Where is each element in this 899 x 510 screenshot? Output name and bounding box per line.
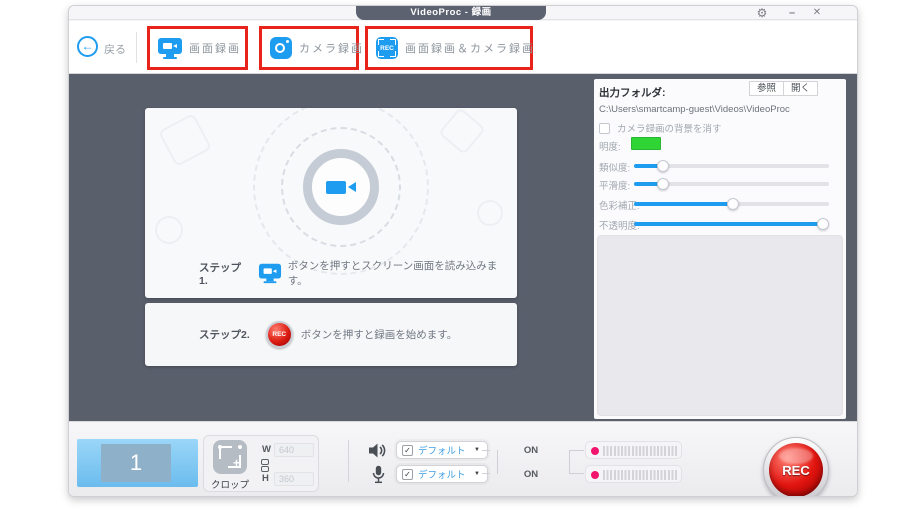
connector-bracket (490, 450, 498, 474)
speaker-status: ON (516, 445, 546, 456)
rec-button[interactable]: REC (769, 443, 823, 497)
step2-text: ボタンを押すと録画を始めます。 (301, 327, 457, 342)
rec-icon: REC (266, 321, 293, 348)
slider-label: 平滑度: (599, 178, 630, 192)
link-aspect-icon[interactable] (261, 459, 269, 472)
gloss-highlight (779, 448, 813, 464)
speaker-enabled-checkbox[interactable]: ✓ (402, 445, 413, 456)
connector-bracket (569, 450, 577, 474)
step1-card: ステップ1. ボタンを押すとスクリーン画面を読み込みます。 (145, 108, 517, 298)
smoothness-slider-row: 平滑度: (594, 177, 846, 191)
speaker-device-name: デフォルト (418, 443, 474, 457)
bottom-divider (348, 440, 349, 482)
bottom-control-bar: 1 + クロップ W 640 H 360 ✓ (69, 421, 857, 497)
level-bars (603, 470, 677, 480)
speaker-icon (368, 442, 387, 459)
output-path: C:\Users\smartcamp-guest\Videos\VideoPro… (599, 104, 790, 115)
screen-record-icon (259, 263, 281, 283)
similarity-slider-row: 類似度: (594, 159, 846, 173)
browse-button[interactable]: 参照 (749, 81, 784, 96)
step1-text: ボタンを押すとスクリーン画面を読み込みます。 (288, 258, 517, 288)
level-dot (591, 447, 599, 455)
source-thumbnail[interactable]: 1 (77, 439, 198, 487)
mode-screen-and-camera-record[interactable]: REC 画面録画＆カメラ録画 (365, 26, 533, 70)
height-field[interactable]: 360 (274, 472, 314, 486)
videoproc-window: VideoProc - 録画 ⚙ – ✕ ← 戻る 画面録画 カメラ録画 (68, 5, 858, 497)
width-field[interactable]: 640 (274, 443, 314, 457)
settings-subpanel (597, 235, 843, 416)
step2-row: ステップ2. REC ボタンを押すと録画を始めます。 (199, 321, 457, 348)
level-dot (591, 471, 599, 479)
slider-thumb[interactable] (727, 198, 739, 210)
camera-record-icon (270, 37, 292, 59)
toolbar-divider (136, 32, 137, 63)
mode-camera-record[interactable]: カメラ録画 (259, 26, 359, 70)
mode-screen-record[interactable]: 画面録画 (147, 26, 248, 70)
open-button[interactable]: 開く (783, 81, 818, 96)
chevron-down-icon: ▼ (474, 447, 480, 453)
mic-enabled-checkbox[interactable]: ✓ (402, 469, 413, 480)
step1-row: ステップ1. ボタンを押すとスクリーン画面を読み込みます。 (199, 258, 517, 288)
remove-bg-label: カメラ録画の背景を消す (617, 121, 722, 135)
crop-button[interactable]: + (213, 440, 247, 474)
close-button[interactable]: ✕ (809, 6, 825, 20)
width-label: W (262, 444, 271, 455)
back-button[interactable]: ← (77, 36, 98, 57)
decor-gem-icon (438, 108, 486, 155)
screenshot-stage: VideoProc - 録画 ⚙ – ✕ ← 戻る 画面録画 カメラ録画 (0, 0, 899, 510)
rec-button-bezel: REC (763, 437, 829, 497)
remove-bg-checkbox[interactable] (599, 123, 610, 134)
mic-level-meter (585, 465, 682, 483)
rec-frame-icon: REC (376, 37, 398, 59)
opacity-slider-row: 不透明度: (594, 217, 846, 231)
window-title: VideoProc - 録画 (356, 6, 546, 20)
settings-gear-icon[interactable]: ⚙ (754, 6, 770, 20)
crop-group: + クロップ W 640 H 360 (203, 435, 319, 492)
screen-record-icon (158, 37, 182, 59)
brightness-swatch[interactable] (631, 137, 661, 150)
brightness-label: 明度: (599, 139, 621, 153)
level-bars (603, 446, 677, 456)
slider-track[interactable] (634, 202, 829, 206)
chevron-down-icon: ▼ (474, 471, 480, 477)
slider-thumb[interactable] (657, 178, 669, 190)
back-label[interactable]: 戻る (104, 41, 126, 57)
mode-label: カメラ録画 (299, 40, 364, 56)
decor-people-icon (477, 200, 503, 226)
slider-track[interactable] (634, 164, 829, 168)
crop-label: クロップ (208, 477, 252, 491)
source-number: 1 (101, 444, 171, 482)
mic-device-dropdown[interactable]: ✓ デフォルト ▼ (396, 465, 488, 483)
settings-panel: 出力フォルダ: 参照 開く C:\Users\smartcamp-guest\V… (594, 79, 846, 419)
mic-status: ON (516, 469, 546, 480)
slider-label: 類似度: (599, 160, 630, 174)
decor-camera-icon (155, 216, 183, 244)
slider-thumb[interactable] (817, 218, 829, 230)
mode-label: 画面録画 (189, 40, 241, 56)
titlebar: VideoProc - 録画 ⚙ – ✕ (69, 6, 857, 20)
video-camera-icon (326, 181, 356, 194)
slider-track[interactable] (634, 222, 829, 226)
speaker-device-dropdown[interactable]: ✓ デフォルト ▼ (396, 441, 488, 459)
decor-ticket-icon (158, 113, 212, 167)
step2-card: ステップ2. REC ボタンを押すと録画を始めます。 (145, 303, 517, 366)
preview-area: ステップ1. ボタンを押すとスクリーン画面を読み込みます。 ステップ2. REC… (69, 74, 857, 421)
remove-bg-row: カメラ録画の背景を消す (599, 121, 722, 135)
minimize-button[interactable]: – (784, 6, 800, 20)
mic-device-name: デフォルト (418, 467, 474, 481)
output-folder-label: 出力フォルダ: (599, 85, 666, 100)
camera-launch-rings (253, 108, 429, 275)
toolbar: ← 戻る 画面録画 カメラ録画 REC 画面録画＆カメラ (69, 21, 857, 74)
step2-prefix: ステップ2. (199, 327, 250, 342)
step1-prefix: ステップ1. (199, 260, 250, 287)
slider-track[interactable] (634, 182, 829, 186)
height-label: H (262, 473, 269, 484)
microphone-icon (371, 465, 386, 485)
color-correction-slider-row: 色彩補正: (594, 197, 846, 211)
speaker-level-meter (585, 441, 682, 459)
mode-label: 画面録画＆カメラ録画 (405, 40, 535, 56)
slider-thumb[interactable] (657, 160, 669, 172)
camera-launch-button[interactable] (303, 149, 379, 225)
